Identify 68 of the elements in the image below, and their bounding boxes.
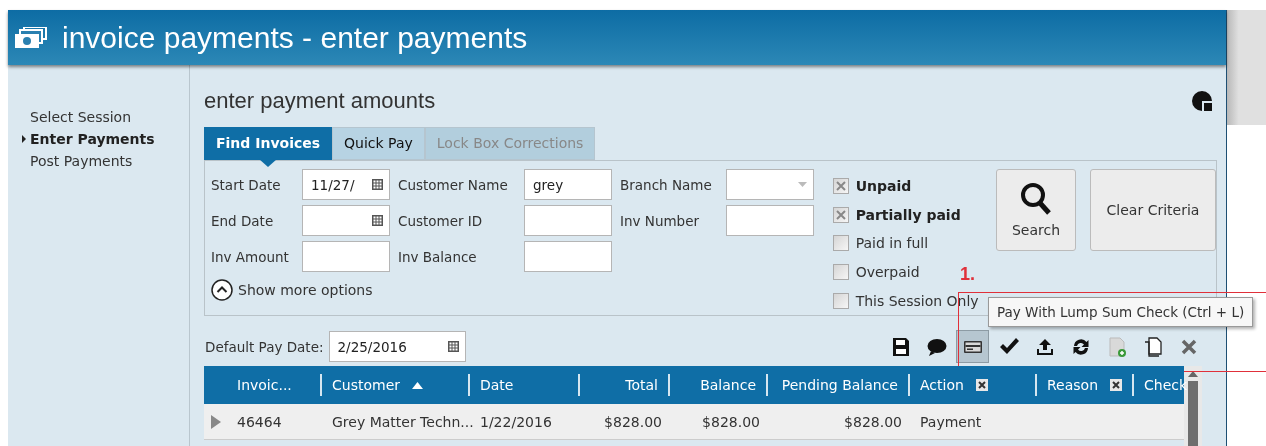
field-label: Branch Name <box>620 176 713 193</box>
chevron-up-icon <box>211 279 233 301</box>
checkbox[interactable] <box>832 292 849 309</box>
field-label: Default Pay Date: <box>205 338 324 355</box>
field-label: Start Date <box>211 176 282 193</box>
input-field[interactable] <box>524 205 612 236</box>
window-title: invoice payments - enter payments <box>62 20 528 55</box>
input-field[interactable] <box>524 241 612 272</box>
checkbox-label: Paid in full <box>855 235 929 252</box>
tooltip: Pay With Lump Sum Check (Ctrl + L) <box>988 297 1254 327</box>
date-field[interactable]: 2/25/2016 <box>328 331 466 362</box>
input-field[interactable] <box>302 241 390 272</box>
column-header[interactable]: Invoic... <box>227 374 322 396</box>
clear-filter-icon[interactable] <box>1110 379 1123 391</box>
search-button[interactable]: Search <box>996 169 1076 251</box>
table-cell: Payment <box>920 413 982 430</box>
field-label: Inv Balance <box>398 248 478 265</box>
checkbox-label: Overpaid <box>855 264 920 281</box>
input-field[interactable]: grey <box>524 169 612 200</box>
table-cell: Grey Matter Techn... <box>332 413 474 430</box>
table-cell: $828.00 <box>844 413 902 430</box>
table-row[interactable]: 46464 Grey Matter Techn... 1/22/2016 $828.00 $828.00 $828.00 Payment <box>204 404 1184 440</box>
sidebar-item[interactable]: Post Payments <box>8 150 189 172</box>
sort-ascending-icon[interactable] <box>412 381 423 389</box>
table-cell: 1/22/2016 <box>480 413 552 430</box>
column-header[interactable]: Total <box>580 374 670 396</box>
column-header[interactable]: Reason <box>1037 374 1135 396</box>
sidebar-item[interactable]: Select Session <box>8 106 189 128</box>
column-header[interactable]: Action <box>910 374 1037 396</box>
checkbox[interactable] <box>832 178 849 195</box>
expand-arrow-icon[interactable] <box>210 414 221 429</box>
scroll-up-arrow-icon[interactable] <box>1188 370 1198 378</box>
field-label: Inv Amount <box>211 248 290 265</box>
input-field[interactable] <box>726 205 814 236</box>
table-cell: $828.00 <box>604 413 662 430</box>
toolbar-button[interactable] <box>956 330 989 363</box>
calendar-icon[interactable] <box>372 215 383 226</box>
clear-filter-icon[interactable] <box>975 379 988 391</box>
field-label: Inv Number <box>620 212 701 229</box>
date-field[interactable]: 11/27/ <box>302 169 390 200</box>
column-header[interactable]: Date <box>470 374 580 396</box>
checkbox[interactable] <box>832 264 849 281</box>
checkbox-label: Partially paid <box>855 206 961 223</box>
show-more-link[interactable]: Show more options <box>211 279 827 301</box>
field-label: Customer ID <box>398 212 484 229</box>
sidebar-item[interactable]: Enter Payments <box>8 128 189 150</box>
table-cell: $828.00 <box>702 413 760 430</box>
clear-criteria-button[interactable]: Clear Criteria <box>1090 169 1216 251</box>
calendar-icon[interactable] <box>447 341 459 352</box>
checkbox[interactable] <box>832 206 849 223</box>
column-header[interactable]: Customer <box>322 374 470 396</box>
field-label: End Date <box>211 212 275 229</box>
table-cell: 46464 <box>237 413 282 430</box>
field-label: Customer Name <box>398 176 509 193</box>
tab[interactable]: Quick Pay <box>332 126 425 160</box>
dropdown-field[interactable] <box>726 169 814 200</box>
section-heading: enter payment amounts <box>204 87 436 114</box>
calendar-icon[interactable] <box>372 179 383 190</box>
pie-chart-icon[interactable] <box>1192 90 1212 111</box>
cash-icon <box>14 26 48 49</box>
search-icon <box>1020 182 1052 216</box>
column-header[interactable]: Pending Balance <box>768 374 910 396</box>
annotation-label: 1. <box>960 264 975 285</box>
checkbox-label: Unpaid <box>855 178 912 195</box>
date-field[interactable] <box>302 205 390 236</box>
checkbox[interactable] <box>832 235 849 252</box>
tab-pointer <box>259 159 278 167</box>
column-header[interactable]: Balance <box>670 374 768 396</box>
